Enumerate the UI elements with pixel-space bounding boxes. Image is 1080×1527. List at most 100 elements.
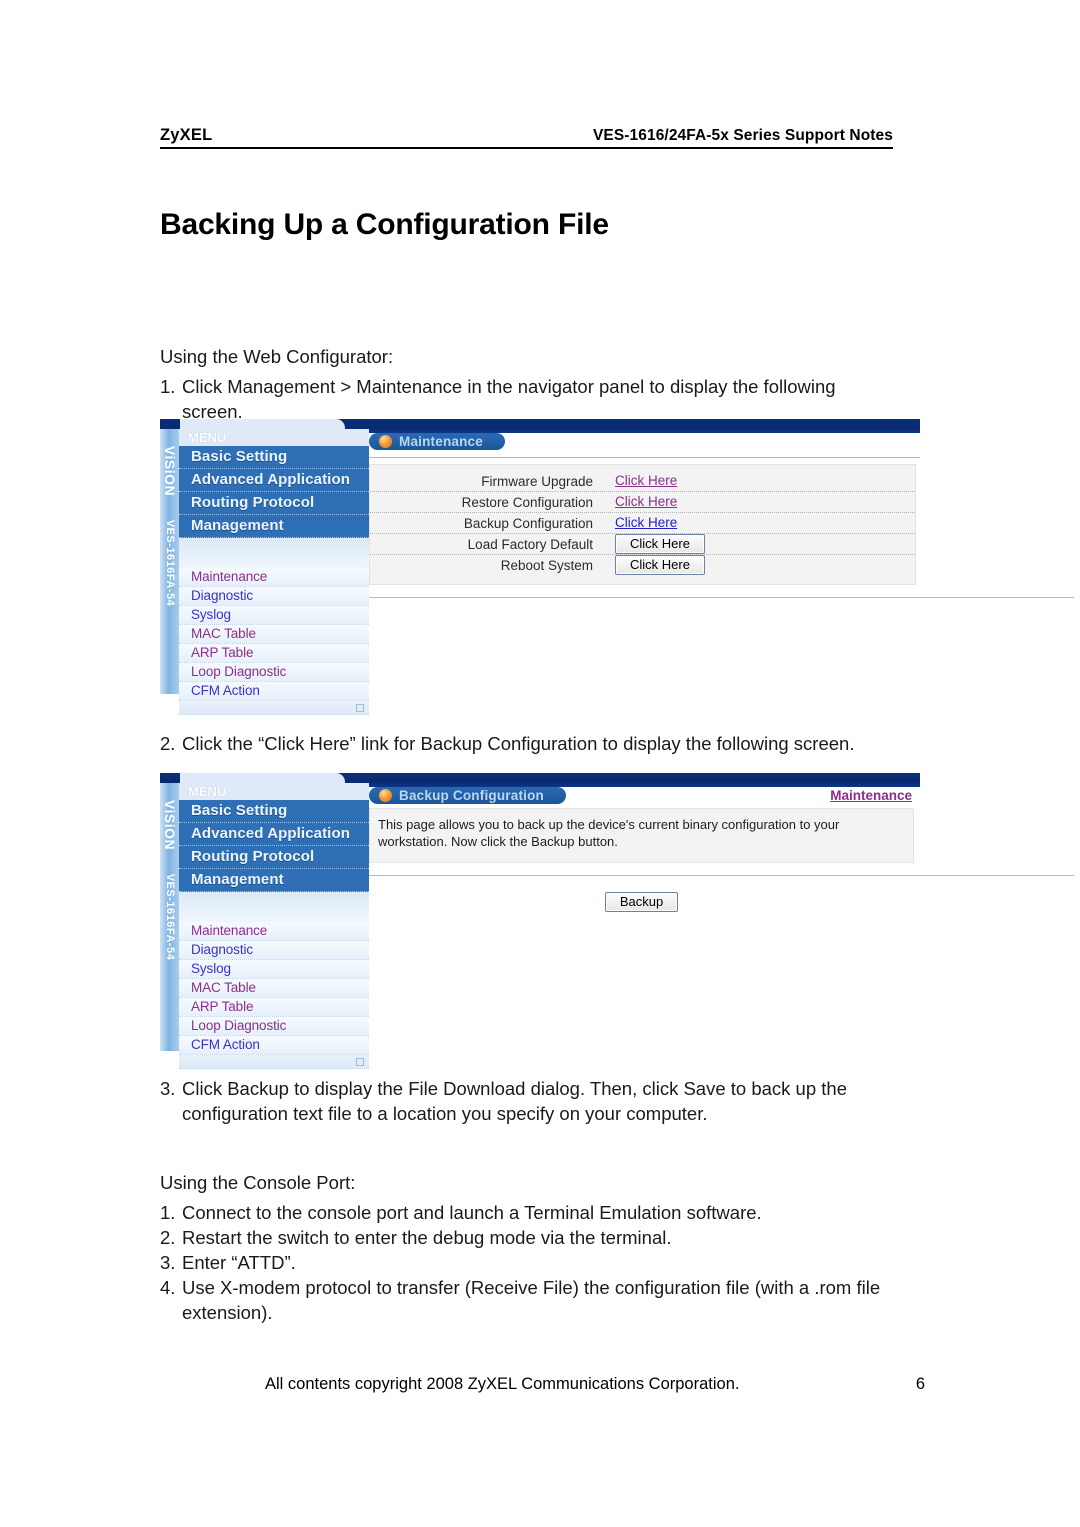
breadcrumb-maintenance-link[interactable]: Maintenance [830, 788, 912, 803]
navigator-top-items: Basic Setting Advanced Application Routi… [179, 446, 369, 538]
navigator-sub-items: Maintenance Diagnostic Syslog MAC Table … [179, 920, 369, 1069]
nav-subitem-cfm-action[interactable]: CFM Action [179, 682, 369, 701]
navigator-panel: MENU Basic Setting Advanced Application … [179, 429, 369, 715]
document-series-title: VES-1616/24FA-5x Series Support Notes [592, 127, 893, 144]
backup-title-text: Backup Configuration [399, 788, 544, 803]
vision-logo-text: ViSiON [161, 799, 178, 851]
intro-web-configurator: Using the Web Configurator: [160, 346, 394, 367]
navigator-menu-header: MENU [179, 429, 369, 446]
step-web-1-text: Click Management > Maintenance in the na… [182, 376, 836, 422]
device-model-text: VES-1616FA-54 [163, 519, 176, 607]
maintenance-main-area: Maintenance Firmware Upgrade Click Here … [369, 433, 1074, 598]
navigator-menu-label: MENU [188, 430, 227, 445]
backup-button[interactable]: Backup [604, 892, 679, 912]
step-console-4-text: Use X-modem protocol to transfer (Receiv… [182, 1277, 881, 1323]
brand-name: ZyXEL [160, 126, 213, 144]
step-web-3-text: Click Backup to display the File Downloa… [182, 1078, 847, 1124]
row-label-restore-configuration: Restore Configuration [461, 494, 593, 510]
nav-subitem-mac-table[interactable]: MAC Table [179, 979, 369, 998]
step-console-3-number: 3. [160, 1252, 176, 1273]
navigator-panel: MENU Basic Setting Advanced Application … [179, 783, 369, 1069]
step-web-3: 3. Click Backup to display the File Down… [160, 1076, 920, 1126]
step-console-4-number: 4. [160, 1277, 176, 1298]
maintenance-title-rule [369, 457, 920, 458]
row-label-reboot-system: Reboot System [500, 557, 593, 573]
navigator-top-items: Basic Setting Advanced Application Routi… [179, 800, 369, 892]
step-console-3: 3. Enter “ATTD”. [160, 1250, 920, 1275]
maintenance-title-row: Maintenance [369, 433, 920, 450]
nav-item-routing-protocol[interactable]: Routing Protocol [179, 492, 369, 515]
orange-orb-icon [379, 435, 392, 448]
step-web-3-number: 3. [160, 1078, 176, 1099]
nav-subitem-mac-table[interactable]: MAC Table [179, 625, 369, 644]
maintenance-title-pill: Maintenance [369, 433, 505, 450]
nav-item-management[interactable]: Management [179, 869, 369, 892]
backup-divider-rule [369, 875, 1074, 876]
click-here-button-reboot-system[interactable]: Click Here [615, 555, 705, 575]
nav-subitem-syslog[interactable]: Syslog [179, 960, 369, 979]
document-header: ZyXEL VES-1616/24FA-5x Series Support No… [160, 126, 893, 149]
click-here-link-backup-configuration[interactable]: Click Here [615, 515, 677, 530]
nav-subitem-arp-table[interactable]: ARP Table [179, 998, 369, 1017]
nav-subitem-loop-diagnostic[interactable]: Loop Diagnostic [179, 663, 369, 682]
nav-item-basic-setting[interactable]: Basic Setting [179, 446, 369, 469]
backup-button-container: Backup [369, 892, 914, 912]
maintenance-bottom-rule [369, 597, 1074, 598]
backup-configuration-main-area: Backup Configuration Maintenance This pa… [369, 787, 1074, 912]
device-brand-strip: ViSiON VES-1616FA-54 [160, 429, 179, 694]
click-here-link-restore-configuration[interactable]: Click Here [615, 494, 677, 509]
step-web-1-number: 1. [160, 376, 176, 397]
table-row: Backup Configuration Click Here [370, 513, 915, 534]
maintenance-table: Firmware Upgrade Click Here Restore Conf… [369, 464, 916, 585]
screenshot-backup-configuration: ViSiON VES-1616FA-54 MENU Basic Setting … [160, 773, 1074, 1069]
screenshot-maintenance: ViSiON VES-1616FA-54 MENU Basic Setting … [160, 419, 1074, 715]
device-model-text: VES-1616FA-54 [163, 873, 176, 961]
step-web-2-text: Click the “Click Here” link for Backup C… [182, 733, 855, 754]
nav-item-management[interactable]: Management [179, 515, 369, 538]
nav-subitem-arp-table[interactable]: ARP Table [179, 644, 369, 663]
nav-subitem-maintenance[interactable]: Maintenance [179, 922, 369, 941]
navigator-spacer [179, 538, 369, 566]
nav-item-advanced-application[interactable]: Advanced Application [179, 823, 369, 846]
click-here-button-load-factory-default[interactable]: Click Here [615, 534, 705, 554]
nav-subitem-diagnostic[interactable]: Diagnostic [179, 587, 369, 606]
nav-item-routing-protocol[interactable]: Routing Protocol [179, 846, 369, 869]
step-console-2-text: Restart the switch to enter the debug mo… [182, 1227, 672, 1248]
maintenance-title-text: Maintenance [399, 434, 483, 449]
step-console-1-text: Connect to the console port and launch a… [182, 1202, 762, 1223]
row-label-load-factory-default: Load Factory Default [467, 536, 593, 552]
step-console-3-text: Enter “ATTD”. [182, 1252, 296, 1273]
navigator-sub-items: Maintenance Diagnostic Syslog MAC Table … [179, 566, 369, 715]
step-web-2: 2. Click the “Click Here” link for Backu… [160, 731, 900, 756]
step-console-1: 1. Connect to the console port and launc… [160, 1200, 920, 1225]
page-number: 6 [915, 1375, 925, 1393]
backup-title-row: Backup Configuration Maintenance [369, 787, 920, 804]
device-brand-strip: ViSiON VES-1616FA-54 [160, 783, 179, 1051]
step-console-2: 2. Restart the switch to enter the debug… [160, 1225, 920, 1250]
resize-handle-icon[interactable] [356, 704, 364, 712]
nav-subitem-cfm-action[interactable]: CFM Action [179, 1036, 369, 1055]
click-here-link-firmware-upgrade[interactable]: Click Here [615, 473, 677, 488]
backup-note-text: This page allows you to back up the devi… [369, 808, 914, 863]
row-label-firmware-upgrade: Firmware Upgrade [481, 473, 593, 489]
nav-subitem-maintenance[interactable]: Maintenance [179, 568, 369, 587]
nav-subitem-diagnostic[interactable]: Diagnostic [179, 941, 369, 960]
nav-subitem-loop-diagnostic[interactable]: Loop Diagnostic [179, 1017, 369, 1036]
intro-console-port: Using the Console Port: [160, 1172, 356, 1193]
step-web-2-number: 2. [160, 733, 176, 754]
navigator-footer [179, 701, 369, 715]
page-title: Backing Up a Configuration File [160, 208, 609, 242]
document-page: ZyXEL VES-1616/24FA-5x Series Support No… [0, 0, 1080, 1527]
resize-handle-icon[interactable] [356, 1058, 364, 1066]
nav-item-basic-setting[interactable]: Basic Setting [179, 800, 369, 823]
step-web-1: 1. Click Management > Maintenance in the… [160, 374, 900, 424]
orange-orb-icon [379, 789, 392, 802]
nav-item-advanced-application[interactable]: Advanced Application [179, 469, 369, 492]
step-console-2-number: 2. [160, 1227, 176, 1248]
navigator-spacer [179, 892, 369, 920]
vision-logo-text: ViSiON [161, 445, 178, 497]
table-row: Load Factory Default Click Here [370, 534, 915, 555]
nav-subitem-syslog[interactable]: Syslog [179, 606, 369, 625]
table-row: Reboot System Click Here [370, 555, 915, 575]
backup-title-pill: Backup Configuration [369, 787, 566, 804]
